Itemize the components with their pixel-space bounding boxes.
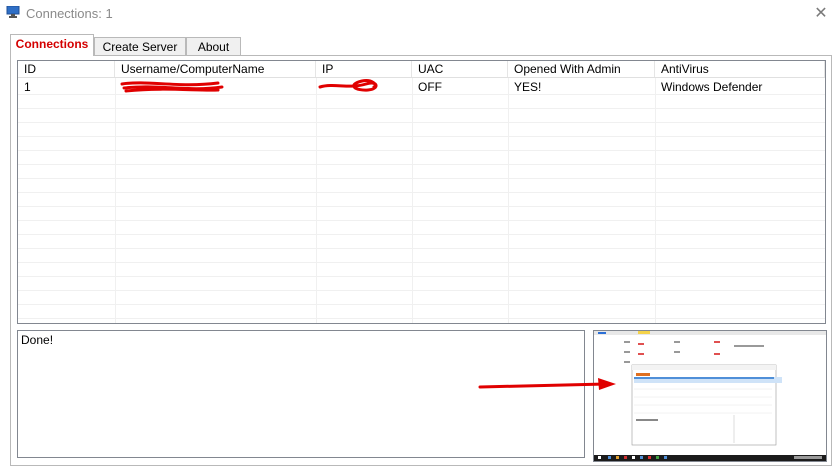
tab-create-server[interactable]: Create Server <box>94 37 186 56</box>
ip-redaction-scribble <box>318 79 378 92</box>
cell-admin: YES! <box>514 80 542 94</box>
username-redaction-scribble <box>120 81 224 93</box>
monitor-icon <box>6 6 20 18</box>
column-header-uac[interactable]: UAC <box>412 61 508 77</box>
column-header-id[interactable]: ID <box>18 61 115 77</box>
red-arrow-annotation <box>478 378 616 390</box>
window-title: Connections: 1 <box>26 6 113 21</box>
desktop-thumbnail-image <box>594 331 826 461</box>
column-header-admin[interactable]: Opened With Admin <box>508 61 655 77</box>
close-icon[interactable]: ✕ <box>812 5 830 23</box>
list-header: ID Username/ComputerName IP UAC Opened W… <box>18 61 825 78</box>
tab-about[interactable]: About <box>186 37 241 56</box>
column-header-antivirus[interactable]: AntiVirus <box>655 61 825 77</box>
connections-panel: ID Username/ComputerName IP UAC Opened W… <box>10 55 832 466</box>
cell-uac: OFF <box>418 80 442 94</box>
connections-list[interactable]: ID Username/ComputerName IP UAC Opened W… <box>17 60 826 324</box>
screenshot-preview <box>593 330 827 462</box>
tab-connections[interactable]: Connections <box>10 34 94 56</box>
column-header-username[interactable]: Username/ComputerName <box>115 61 316 77</box>
cell-antivirus: Windows Defender <box>661 80 763 94</box>
log-text: Done! <box>21 333 54 347</box>
title-bar: Connections: 1 ✕ <box>0 0 840 28</box>
cell-id: 1 <box>24 80 31 94</box>
